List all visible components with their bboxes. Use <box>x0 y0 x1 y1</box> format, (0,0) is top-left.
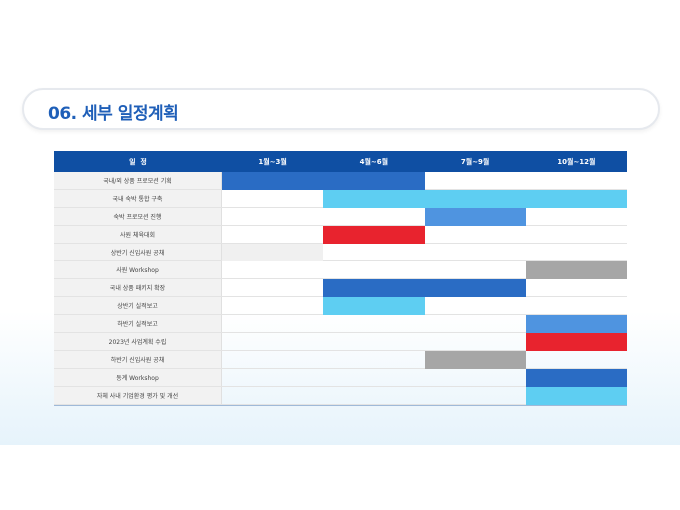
schedule-bar <box>525 261 627 280</box>
timeline-cells <box>222 350 627 369</box>
table-row: 사원 Workshop <box>54 261 627 280</box>
schedule-bar <box>323 279 526 298</box>
task-label: 자체 사내 기업환경 평가 및 개선 <box>54 386 222 404</box>
schedule-bar <box>525 386 627 405</box>
task-label: 숙박 프로모션 진행 <box>54 207 222 225</box>
timeline-cells <box>222 315 627 334</box>
schedule-bar <box>323 189 627 208</box>
task-label: 2023년 사업계획 수립 <box>54 333 222 350</box>
timeline-cells <box>222 386 627 405</box>
task-label: 하반기 실적보고 <box>54 315 222 333</box>
table-row: 하반기 신입사원 공채 <box>54 350 627 369</box>
schedule-bar <box>323 297 425 316</box>
timeline-cells <box>222 368 627 387</box>
timeline-cells <box>222 279 627 298</box>
task-label: 사원 Workshop <box>54 261 222 279</box>
page-title: 06. 세부 일정계획 <box>48 104 179 124</box>
table-row: 상반기 실적보고 <box>54 297 627 316</box>
schedule-bar <box>525 368 627 387</box>
header-q4: 10월~12월 <box>557 157 596 166</box>
timeline-cells <box>222 207 627 226</box>
task-label: 상반기 신입사원 공채 <box>54 243 222 261</box>
timeline-cells <box>222 172 627 190</box>
schedule-bar <box>222 243 324 262</box>
schedule-bar <box>323 225 425 244</box>
task-label: 사원 체육대회 <box>54 225 222 243</box>
timeline-cells <box>222 189 627 208</box>
timeline-cells <box>222 225 627 244</box>
table-row: 국내 숙박 통합 구축 <box>54 189 627 208</box>
timeline-cells <box>222 333 627 351</box>
schedule-bar <box>222 172 425 190</box>
table-row: 2023년 사업계획 수립 <box>54 333 627 351</box>
table-body: 국내/외 상품 프로모션 기획 국내 숙박 통합 구축 숙박 프로모션 진행 사원 체… <box>54 172 627 405</box>
schedule-bar <box>525 315 627 334</box>
header-q3: 7월~9월 <box>460 157 490 166</box>
header-q2: 4월~6월 <box>359 157 389 166</box>
table-bottom-line <box>54 404 627 406</box>
task-label: 동계 Workshop <box>54 368 222 386</box>
table-row: 상반기 신입사원 공채 <box>54 243 627 262</box>
task-label: 국내 상품 패키지 확장 <box>54 279 222 297</box>
task-label: 하반기 신입사원 공채 <box>54 350 222 368</box>
table-row: 동계 Workshop <box>54 368 627 387</box>
slide-background: 06. 세부 일정계획 일 정 1월~3월 4월~6월 7월~9월 10월~12… <box>0 0 680 445</box>
table-row: 국내 상품 패키지 확장 <box>54 279 627 298</box>
task-label: 상반기 실적보고 <box>54 297 222 315</box>
schedule-bar <box>424 350 526 369</box>
table-row: 숙박 프로모션 진행 <box>54 207 627 226</box>
table-header: 일 정 1월~3월 4월~6월 7월~9월 10월~12월 <box>54 151 627 172</box>
table-row: 사원 체육대회 <box>54 225 627 244</box>
schedule-bar <box>525 333 627 351</box>
task-label: 국내 숙박 통합 구축 <box>54 189 222 207</box>
schedule-bar <box>424 207 526 226</box>
table-row: 자체 사내 기업환경 평가 및 개선 <box>54 386 627 405</box>
table-row: 하반기 실적보고 <box>54 315 627 334</box>
timeline-cells <box>222 243 627 262</box>
timeline-cells <box>222 261 627 280</box>
timeline-cells <box>222 297 627 316</box>
header-schedule: 일 정 <box>129 157 147 166</box>
task-label: 국내/외 상품 프로모션 기획 <box>54 172 222 189</box>
table-row: 국내/외 상품 프로모션 기획 <box>54 172 627 190</box>
schedule-table: 일 정 1월~3월 4월~6월 7월~9월 10월~12월 국내/외 상품 프로… <box>54 151 627 406</box>
header-q1: 1월~3월 <box>258 157 287 166</box>
